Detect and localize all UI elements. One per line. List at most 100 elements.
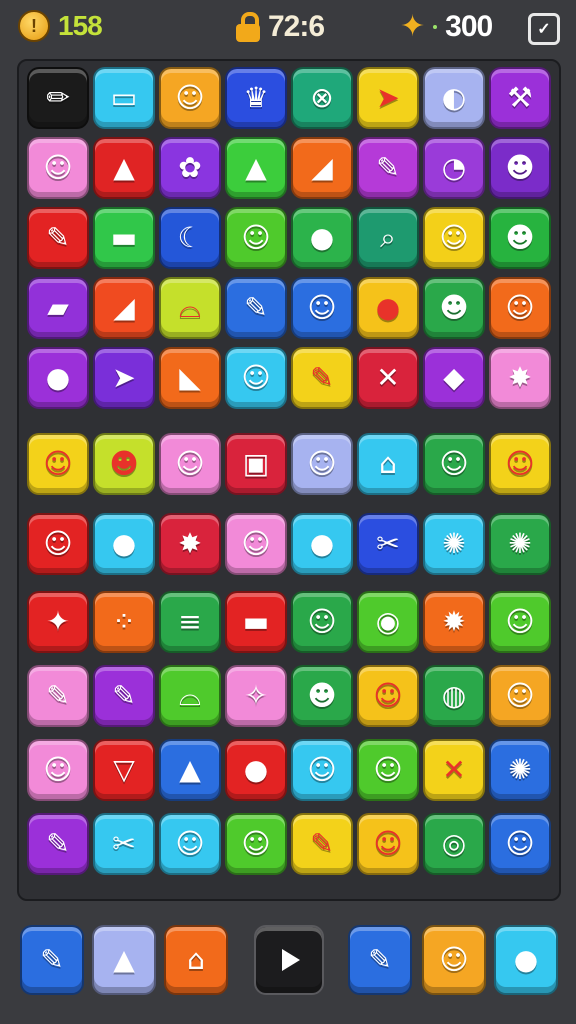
tile-r7-c6[interactable]: ✂ xyxy=(357,513,419,575)
tile-r8-c8[interactable]: ☺ xyxy=(489,591,551,653)
tile-r10-c5[interactable]: ☺ xyxy=(291,739,353,801)
tile-r11-c3[interactable]: ☺ xyxy=(159,813,221,875)
tile-r7-c7[interactable]: ✺ xyxy=(423,513,485,575)
tile-r9-c8[interactable]: ☺ xyxy=(489,665,551,727)
tile-r9-c3[interactable]: ⌓ xyxy=(159,665,221,727)
tile-r2-c8[interactable]: ☻ xyxy=(489,137,551,199)
tile-r3-c7[interactable]: ☺ xyxy=(423,207,485,269)
tile-r1-c7[interactable]: ◐ xyxy=(423,67,485,129)
tile-r11-c1[interactable]: ✎ xyxy=(27,813,89,875)
rocket-icon: ➤ xyxy=(112,361,136,394)
tile-r10-c2[interactable]: ▽ xyxy=(93,739,155,801)
tile-r2-c3[interactable]: ✿ xyxy=(159,137,221,199)
tile-r1-c4[interactable]: ♛ xyxy=(225,67,287,129)
tile-r11-c4[interactable]: ☺ xyxy=(225,813,287,875)
tile-r1-c1[interactable]: ✏ xyxy=(27,67,89,129)
tile-r2-c5[interactable]: ◢ xyxy=(291,137,353,199)
tile-r1-c8[interactable]: ⚒ xyxy=(489,67,551,129)
tile-r7-c5[interactable]: ● xyxy=(291,513,353,575)
tile-r6-c3[interactable]: ☺ xyxy=(159,433,221,495)
tile-r9-c1[interactable]: ✎ xyxy=(27,665,89,727)
tile-r10-c3[interactable]: ▲ xyxy=(159,739,221,801)
tile-r10-c4[interactable]: ● xyxy=(225,739,287,801)
tile-r1-c5[interactable]: ⊗ xyxy=(291,67,353,129)
tile-r6-c5[interactable]: ☺ xyxy=(291,433,353,495)
tile-r6-c4[interactable]: ▣ xyxy=(225,433,287,495)
tile-r6-c2[interactable]: ☻ xyxy=(93,433,155,495)
tile-r4-c3[interactable]: ⌓ xyxy=(159,277,221,339)
tile-r4-c7[interactable]: ☻ xyxy=(423,277,485,339)
tile-r5-c3[interactable]: ◣ xyxy=(159,347,221,409)
tile-r11-c6[interactable]: ☺ xyxy=(357,813,419,875)
tile-r2-c1[interactable]: ☺ xyxy=(27,137,89,199)
tile-r5-c6[interactable]: ✕ xyxy=(357,347,419,409)
tile-r5-c1[interactable]: ● xyxy=(27,347,89,409)
baton-icon: ✎ xyxy=(46,827,70,860)
tile-r1-c2[interactable]: ▭ xyxy=(93,67,155,129)
tile-r11-c2[interactable]: ✂ xyxy=(93,813,155,875)
tile-r3-c1[interactable]: ✎ xyxy=(27,207,89,269)
tile-r10-c1[interactable]: ☺ xyxy=(27,739,89,801)
tile-r2-c7[interactable]: ◔ xyxy=(423,137,485,199)
tile-r8-c3[interactable]: ≡ xyxy=(159,591,221,653)
tile-r3-c8[interactable]: ☻ xyxy=(489,207,551,269)
tile-r5-c2[interactable]: ➤ xyxy=(93,347,155,409)
play-button[interactable] xyxy=(254,925,324,995)
tile-r8-c4[interactable]: ▬ xyxy=(225,591,287,653)
tile-r9-c4[interactable]: ✧ xyxy=(225,665,287,727)
tile-r2-c4[interactable]: ▲ xyxy=(225,137,287,199)
tile-r3-c4[interactable]: ☺ xyxy=(225,207,287,269)
tile-r1-c3[interactable]: ☺ xyxy=(159,67,221,129)
cup-icon: ▽ xyxy=(113,753,135,786)
ball-button[interactable]: ● xyxy=(494,925,558,995)
tile-r2-c2[interactable]: ▲ xyxy=(93,137,155,199)
brush-button[interactable]: ✎ xyxy=(348,925,412,995)
tile-r3-c2[interactable]: ▬ xyxy=(93,207,155,269)
tile-r9-c2[interactable]: ✎ xyxy=(93,665,155,727)
tile-r11-c8[interactable]: ☺ xyxy=(489,813,551,875)
tile-r3-c6[interactable]: ⌕ xyxy=(357,207,419,269)
tile-r7-c2[interactable]: ● xyxy=(93,513,155,575)
tile-r3-c3[interactable]: ☾ xyxy=(159,207,221,269)
tile-r9-c5[interactable]: ☻ xyxy=(291,665,353,727)
tile-r6-c8[interactable]: ☺ xyxy=(489,433,551,495)
tile-r8-c2[interactable]: ⁘ xyxy=(93,591,155,653)
tile-r10-c6[interactable]: ☺ xyxy=(357,739,419,801)
tile-r4-c2[interactable]: ◢ xyxy=(93,277,155,339)
tile-r4-c4[interactable]: ✎ xyxy=(225,277,287,339)
house-button[interactable]: ⌂ xyxy=(164,925,228,995)
tile-r8-c5[interactable]: ☺ xyxy=(291,591,353,653)
tile-r8-c1[interactable]: ✦ xyxy=(27,591,89,653)
tree-button[interactable]: ▲ xyxy=(92,925,156,995)
tile-r4-c6[interactable]: ● xyxy=(357,277,419,339)
tile-r4-c5[interactable]: ☺ xyxy=(291,277,353,339)
blob-button[interactable]: ☺ xyxy=(422,925,486,995)
tile-r9-c6[interactable]: ☺ xyxy=(357,665,419,727)
tile-r8-c7[interactable]: ✹ xyxy=(423,591,485,653)
tile-r5-c5[interactable]: ✎ xyxy=(291,347,353,409)
pencil-icon: ✏ xyxy=(46,81,70,114)
tile-r11-c7[interactable]: ◎ xyxy=(423,813,485,875)
tile-r6-c6[interactable]: ⌂ xyxy=(357,433,419,495)
tile-r10-c8[interactable]: ✺ xyxy=(489,739,551,801)
tile-r7-c4[interactable]: ☺ xyxy=(225,513,287,575)
tile-r7-c1[interactable]: ☺ xyxy=(27,513,89,575)
tile-r3-c5[interactable]: ● xyxy=(291,207,353,269)
tile-r9-c7[interactable]: ◍ xyxy=(423,665,485,727)
tile-r6-c1[interactable]: ☺ xyxy=(27,433,89,495)
tile-r10-c7[interactable]: ✕ xyxy=(423,739,485,801)
tile-r4-c1[interactable]: ▰ xyxy=(27,277,89,339)
tile-r7-c8[interactable]: ✺ xyxy=(489,513,551,575)
tile-r5-c8[interactable]: ✸ xyxy=(489,347,551,409)
tile-r4-c8[interactable]: ☺ xyxy=(489,277,551,339)
tile-r5-c7[interactable]: ◆ xyxy=(423,347,485,409)
tile-r11-c5[interactable]: ✎ xyxy=(291,813,353,875)
tile-r1-c6[interactable]: ➤ xyxy=(357,67,419,129)
tile-r6-c7[interactable]: ☺ xyxy=(423,433,485,495)
tile-r8-c6[interactable]: ◉ xyxy=(357,591,419,653)
menu-button[interactable]: ✓ xyxy=(528,13,560,45)
tile-r2-c6[interactable]: ✎ xyxy=(357,137,419,199)
tile-r7-c3[interactable]: ✸ xyxy=(159,513,221,575)
crayon-button[interactable]: ✎ xyxy=(20,925,84,995)
tile-r5-c4[interactable]: ☺ xyxy=(225,347,287,409)
